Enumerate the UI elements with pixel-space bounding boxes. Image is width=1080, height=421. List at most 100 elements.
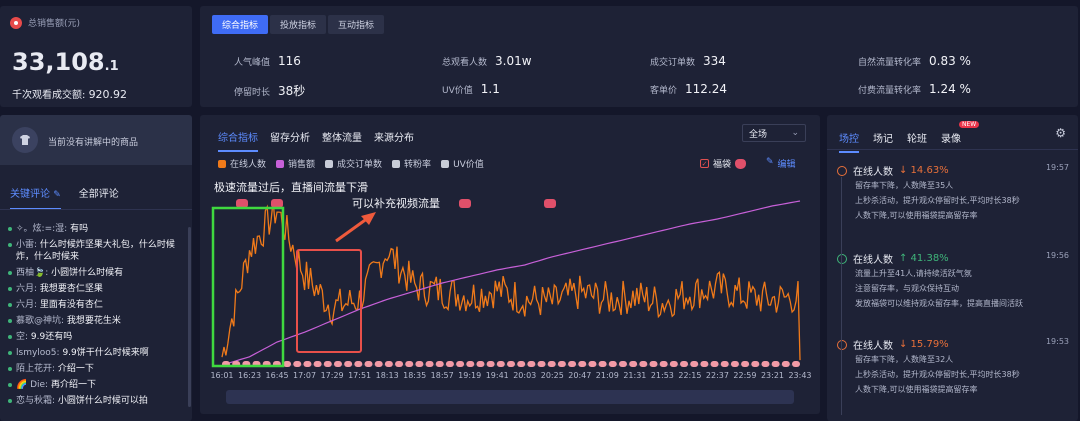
event-marker[interactable]: [344, 361, 353, 367]
tab-overall-metrics[interactable]: 综合指标: [212, 15, 269, 34]
event-marker[interactable]: [527, 361, 536, 367]
comment-text: 小圆饼什么时候有: [51, 268, 124, 278]
event-marker[interactable]: [476, 361, 485, 367]
tab-recording[interactable]: 录像 NEW: [941, 121, 980, 145]
event-marker[interactable]: [618, 361, 627, 367]
event-marker[interactable]: [629, 361, 638, 367]
event-marker[interactable]: [517, 361, 526, 367]
tab-ad-metrics[interactable]: 投放指标: [270, 15, 327, 34]
comment-user: 🌈 Die:: [16, 380, 49, 390]
tab-all-comments[interactable]: 全部评论: [79, 185, 119, 210]
comment-scrollbar[interactable]: [188, 227, 191, 407]
event-marker[interactable]: [293, 361, 302, 367]
lucky-bag-marker-icon[interactable]: [236, 199, 248, 208]
comment-tabs: 关键评论 ✎ 全部评论: [10, 185, 119, 210]
comment-dot: [8, 243, 12, 247]
event-marker[interactable]: [700, 361, 709, 367]
x-tick-label: 18:57: [431, 371, 454, 380]
event-marker[interactable]: [456, 361, 465, 367]
x-tick-label: 23:43: [788, 371, 811, 380]
event-marker[interactable]: [771, 361, 780, 367]
lucky-bag-marker-icon[interactable]: [459, 199, 471, 208]
event-marker[interactable]: [741, 361, 750, 367]
event-marker[interactable]: [333, 361, 342, 367]
event-marker[interactable]: [364, 361, 373, 367]
comment-user: 陌上花开:: [16, 364, 56, 374]
event-marker[interactable]: [496, 361, 505, 367]
event-marker[interactable]: [751, 361, 760, 367]
chart-panel: 综合指标 留存分析 整体流量 来源分布 全场 ⌄ 在线人数 销售额 成交订单数 转粉率…: [200, 115, 820, 414]
event-marker[interactable]: [354, 361, 363, 367]
time-range-scrollbar[interactable]: [226, 390, 794, 404]
event-marker[interactable]: [323, 361, 332, 367]
event-marker[interactable]: [466, 361, 475, 367]
lucky-bag-marker-icon[interactable]: [544, 199, 556, 208]
event-marker[interactable]: [669, 361, 678, 367]
lucky-bag-marker-icon[interactable]: [271, 199, 283, 208]
sales-icon: [10, 16, 22, 29]
event-marker[interactable]: [639, 361, 648, 367]
event-marker[interactable]: [781, 361, 790, 367]
comment-user: 六月:: [16, 284, 38, 294]
event-marker[interactable]: [547, 361, 556, 367]
event-marker[interactable]: [649, 361, 658, 367]
event-marker[interactable]: [588, 361, 597, 367]
comment-item: 空: 9.9还有吗: [4, 329, 184, 345]
event-detail: 发放福袋可以维持观众留存率，提高直播间活跃: [855, 299, 1023, 308]
event-marker[interactable]: [680, 361, 689, 367]
event-marker[interactable]: [792, 361, 800, 367]
event-marker[interactable]: [578, 361, 587, 367]
event-marker[interactable]: [557, 361, 566, 367]
event-marker[interactable]: [730, 361, 739, 367]
comment-user: 慕歌@神坑:: [16, 316, 65, 326]
product-empty-text: 当前没有讲解中的商品: [48, 138, 139, 148]
product-placeholder-icon: [12, 127, 38, 153]
event-change: ↑ 41.38%: [899, 253, 949, 264]
event-marker[interactable]: [395, 361, 404, 367]
metric-paid-conversion: 付费流量转化率 1.24 %: [858, 82, 971, 96]
comment-dot: [8, 227, 12, 231]
comment-item: 陌上花开: 介绍一下: [4, 361, 184, 377]
comment-text: 我想要花生米: [66, 316, 121, 326]
event-marker[interactable]: [507, 361, 515, 367]
metric-stay-duration: 停留时长 38秒: [234, 84, 306, 98]
settings-gear-icon[interactable]: ⚙: [1055, 126, 1066, 140]
event-marker[interactable]: [761, 361, 770, 367]
event-marker[interactable]: [415, 361, 424, 367]
event-marker[interactable]: [537, 361, 546, 367]
event-marker[interactable]: [303, 361, 312, 367]
event-marker[interactable]: [374, 361, 383, 367]
event-marker[interactable]: [690, 361, 699, 367]
event-marker[interactable]: [405, 361, 414, 367]
x-tick-label: 21:31: [623, 371, 646, 380]
event-marker[interactable]: [435, 361, 444, 367]
event-marker[interactable]: [283, 361, 292, 367]
event-marker[interactable]: [710, 361, 719, 367]
comment-dot: [8, 367, 12, 371]
edit-pencil-icon[interactable]: ✎: [53, 190, 61, 200]
comment-dot: [8, 319, 12, 323]
event-marker[interactable]: [425, 361, 434, 367]
event-marker[interactable]: [598, 361, 607, 367]
comment-item: 六月: 我想要杏仁坚果: [4, 281, 184, 297]
event-marker[interactable]: [313, 361, 322, 367]
event-marker[interactable]: [720, 361, 729, 367]
event-marker[interactable]: [659, 361, 668, 367]
current-product-panel: 当前没有讲解中的商品: [0, 115, 192, 165]
x-tick-label: 16:45: [266, 371, 289, 380]
event-marker[interactable]: [445, 361, 454, 367]
event-detail: 留存率下降，人数降至32人: [855, 355, 954, 364]
tab-key-comments[interactable]: 关键评论 ✎: [10, 185, 61, 210]
trend-down-icon: [837, 339, 847, 350]
event-marker[interactable]: [384, 361, 393, 367]
tab-shift[interactable]: 轮班: [907, 130, 927, 145]
event-time: 19:53: [1045, 337, 1069, 346]
tab-interaction-metrics[interactable]: 互动指标: [328, 15, 385, 34]
event-marker[interactable]: [486, 361, 495, 367]
metric-orders: 成交订单数 334: [650, 54, 726, 68]
event-marker[interactable]: [608, 361, 617, 367]
tab-field-log[interactable]: 场记: [873, 130, 893, 145]
event-marker[interactable]: [568, 361, 577, 367]
metric-avg-order: 客单价 112.24: [650, 82, 728, 96]
event-entry: 在线人数 ↓ 14.63% 19:57 留存率下降，人数降至35人 上秒杀活动，提升观众…: [837, 163, 1069, 223]
